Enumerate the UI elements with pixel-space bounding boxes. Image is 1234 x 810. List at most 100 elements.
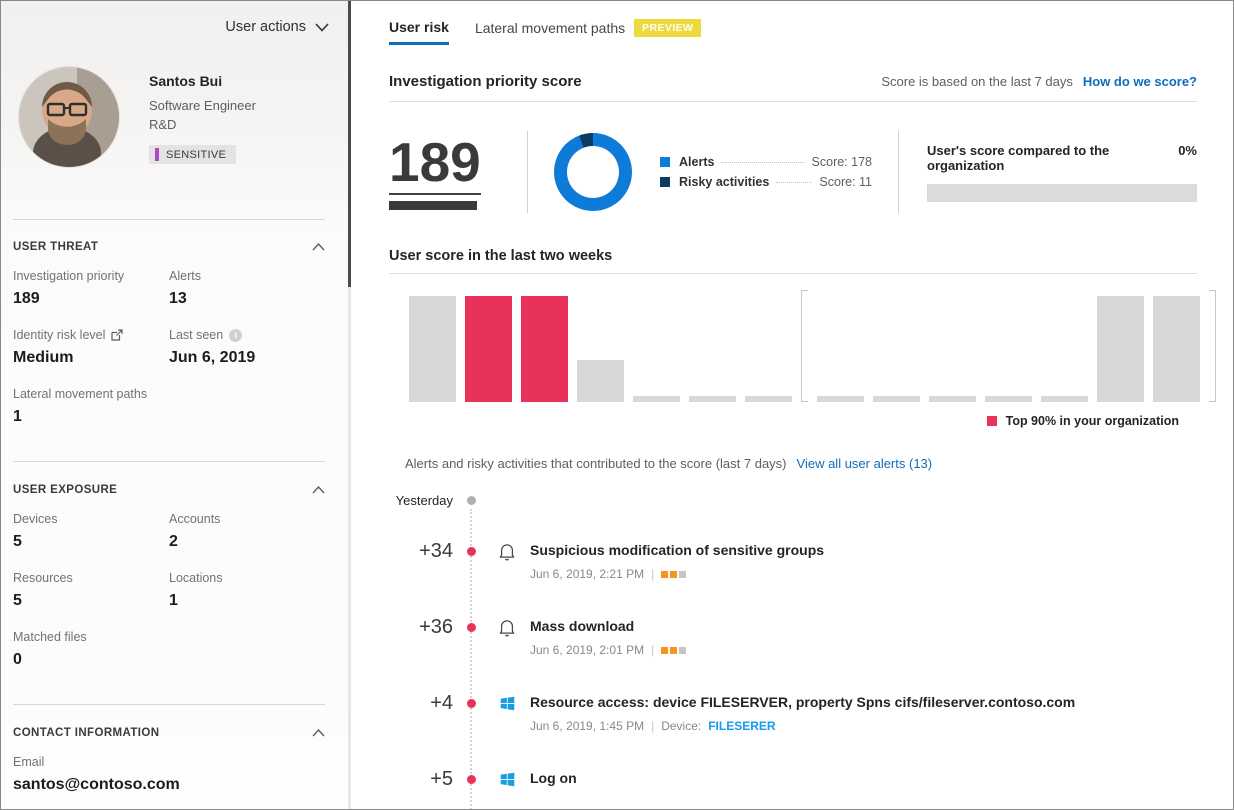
legend-score: Score: 11 [819, 175, 872, 189]
user-actions-button[interactable]: User actions [225, 19, 329, 35]
sidebar-divider [13, 461, 325, 462]
timeline-day-label: Yesterday [389, 493, 453, 508]
field-label: Matched files [13, 630, 87, 644]
user-exposure-section: USER EXPOSURE Devices 5 Accounts 2 Resou… [13, 484, 325, 669]
two-weeks-bar-chart [409, 290, 1189, 402]
user-name: Santos Bui [149, 73, 256, 89]
week-window-bracket [801, 290, 808, 402]
field-label: Identity risk level [13, 328, 105, 342]
user-avatar [19, 67, 119, 167]
timeline-red-dot [467, 699, 476, 708]
contact-information-header[interactable]: CONTACT INFORMATION [13, 727, 325, 739]
dotted-leader [721, 162, 804, 163]
user-actions-label: User actions [225, 19, 306, 35]
timeline-red-dot [467, 623, 476, 632]
field-value: 5 [13, 533, 169, 551]
day-marker-dot [467, 496, 476, 505]
alert-title[interactable]: Suspicious modification of sensitive gro… [530, 540, 824, 561]
org-comparison-value: 0% [1178, 143, 1197, 158]
field-alerts: Alerts 13 [169, 269, 325, 308]
activity-timeline: Yesterday +34 Suspicious modification of… [389, 493, 1197, 809]
legend-row-risky-activities: Risky activities Score: 11 [660, 175, 872, 189]
donut-legend: Alerts Score: 178 Risky activities Score… [660, 149, 872, 195]
tab-lateral-movement-paths[interactable]: Lateral movement paths PREVIEW [475, 19, 701, 44]
windows-icon [499, 771, 516, 788]
view-all-user-alerts-link[interactable]: View all user alerts (13) [797, 456, 933, 471]
score-day-bar [1041, 396, 1088, 402]
timeline-item-log-on[interactable]: +5 Log on [389, 768, 1197, 809]
field-investigation-priority: Investigation priority 189 [13, 269, 169, 308]
sidebar-scrollbar-thumb[interactable] [348, 1, 351, 287]
field-last-seen: Last seen i Jun 6, 2019 [169, 328, 325, 367]
how-do-we-score-link[interactable]: How do we score? [1083, 74, 1197, 89]
field-label: Devices [13, 512, 57, 526]
score-delta: +34 [389, 540, 453, 562]
section-divider [389, 101, 1197, 102]
score-donut-chart [554, 133, 632, 211]
sidebar-divider [13, 219, 325, 220]
device-link[interactable]: FILESERER [708, 719, 775, 733]
user-profile-card: Santos Bui Software Engineer R&D SENSITI… [19, 67, 256, 167]
alert-title[interactable]: Mass download [530, 616, 686, 637]
user-exposure-header[interactable]: USER EXPOSURE [13, 484, 325, 496]
info-icon[interactable]: i [229, 329, 242, 342]
user-department: R&D [149, 117, 256, 132]
user-job-title: Software Engineer [149, 98, 256, 113]
priority-score-title: Investigation priority score [389, 73, 582, 90]
section-title: USER THREAT [13, 241, 98, 253]
org-comparison-bar [927, 184, 1197, 202]
legend-label: Risky activities [679, 175, 769, 189]
top-percentile-legend-swatch [987, 416, 997, 426]
field-lateral-movement-paths: Lateral movement paths 1 [13, 387, 325, 426]
score-day-bar [577, 360, 624, 402]
score-day-bar [929, 396, 976, 402]
tab-label: User risk [389, 19, 449, 35]
two-weeks-header: User score in the last two weeks [389, 248, 1197, 264]
chevron-down-icon [315, 23, 329, 32]
org-comparison-block: User's score compared to the organizatio… [927, 143, 1197, 202]
bell-icon [497, 617, 517, 638]
two-weeks-chart: Top 90% in your organization [409, 290, 1189, 428]
timeline-item-suspicious-modification[interactable]: +34 Suspicious modification of sensitive… [389, 540, 1197, 584]
severity-indicator [661, 571, 686, 578]
score-delta: +4 [389, 692, 453, 714]
timeline-item-mass-download[interactable]: +36 Mass download Jun 6, 2019, 2:01 PM | [389, 616, 1197, 660]
bar-chart-legend: Top 90% in your organization [409, 414, 1179, 428]
user-photo [19, 67, 119, 167]
field-label: Investigation priority [13, 269, 124, 283]
email-link[interactable]: santos@contoso.com [13, 776, 325, 794]
score-day-bar [409, 296, 456, 402]
timeline-item-resource-access[interactable]: +4 Resource access: device FILESERVER, p… [389, 692, 1197, 736]
chevron-up-icon [312, 729, 325, 737]
external-link-icon[interactable] [111, 329, 123, 341]
priority-score-header: Investigation priority score Score is ba… [389, 73, 1197, 90]
week-window-bracket [1209, 290, 1216, 402]
timeline-red-dot [467, 547, 476, 556]
sensitive-badge-label: SENSITIVE [166, 149, 226, 161]
tab-user-risk[interactable]: User risk [389, 19, 449, 45]
activity-time: Jun 6, 2019, 1:45 PM [530, 719, 644, 733]
chevron-up-icon [312, 486, 325, 494]
subline-separator: | [651, 567, 654, 581]
activity-title[interactable]: Resource access: device FILESERVER, prop… [530, 692, 1075, 713]
preview-badge: PREVIEW [634, 19, 701, 37]
user-threat-header[interactable]: USER THREAT [13, 241, 325, 253]
sidebar-divider [13, 704, 325, 705]
field-value: 0 [13, 651, 325, 669]
score-day-bar [633, 396, 680, 402]
field-value: Medium [13, 349, 169, 367]
field-label: Locations [169, 571, 223, 585]
vertical-divider [527, 131, 528, 213]
score-day-bar [985, 396, 1032, 402]
score-delta: +36 [389, 616, 453, 638]
field-label: Last seen [169, 328, 223, 342]
score-day-bar [745, 396, 792, 402]
score-day-bar [1153, 296, 1200, 402]
score-day-bar [873, 396, 920, 402]
field-accounts: Accounts 2 [169, 512, 325, 551]
activity-title[interactable]: Log on [530, 768, 577, 789]
windows-icon [499, 695, 516, 712]
device-label: Device: [661, 719, 701, 733]
score-day-bar [817, 396, 864, 402]
section-title: CONTACT INFORMATION [13, 727, 159, 739]
